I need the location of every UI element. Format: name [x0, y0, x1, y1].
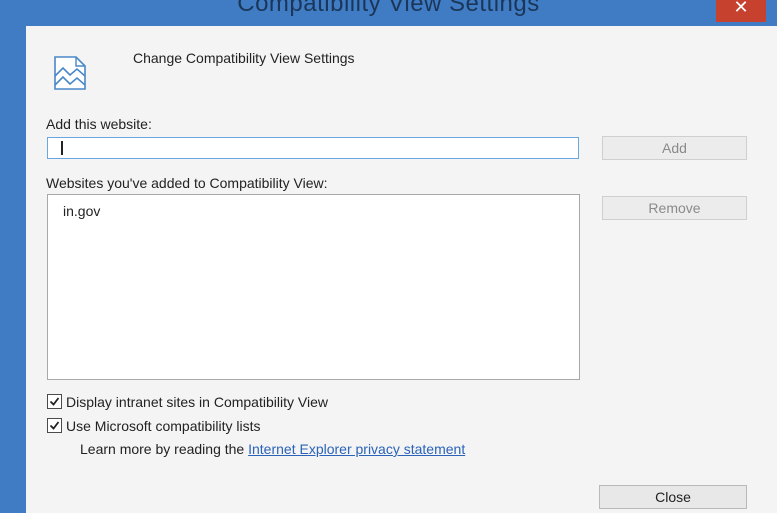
microsoft-lists-checkbox[interactable]	[47, 418, 62, 433]
checkmark-icon	[49, 397, 60, 406]
websites-list-label: Websites you've added to Compatibility V…	[46, 175, 328, 191]
window-title: Compatibility View Settings	[237, 0, 540, 17]
close-button[interactable]: Close	[599, 485, 747, 509]
text-caret	[61, 141, 63, 155]
window-close-button[interactable]: ✕	[716, 0, 766, 22]
checkmark-icon	[49, 421, 60, 430]
learn-more-prefix: Learn more by reading the	[80, 441, 245, 457]
add-website-label: Add this website:	[46, 116, 152, 132]
intranet-checkbox-label[interactable]: Display intranet sites in Compatibility …	[66, 394, 328, 410]
microsoft-lists-checkbox-label[interactable]: Use Microsoft compatibility lists	[66, 418, 261, 434]
add-button[interactable]: Add	[602, 136, 747, 160]
remove-button[interactable]: Remove	[602, 196, 747, 220]
header-title: Change Compatibility View Settings	[133, 50, 355, 66]
websites-listbox[interactable]: in.gov	[47, 194, 580, 380]
compatibility-view-icon	[54, 56, 86, 90]
privacy-statement-link[interactable]: Internet Explorer privacy statement	[248, 441, 465, 457]
intranet-checkbox[interactable]	[47, 394, 62, 409]
list-item[interactable]: in.gov	[63, 203, 100, 219]
learn-more-text: Learn more by reading the Internet Explo…	[80, 441, 465, 457]
title-bar: Compatibility View Settings ✕	[0, 0, 777, 26]
add-website-input[interactable]	[47, 137, 579, 159]
